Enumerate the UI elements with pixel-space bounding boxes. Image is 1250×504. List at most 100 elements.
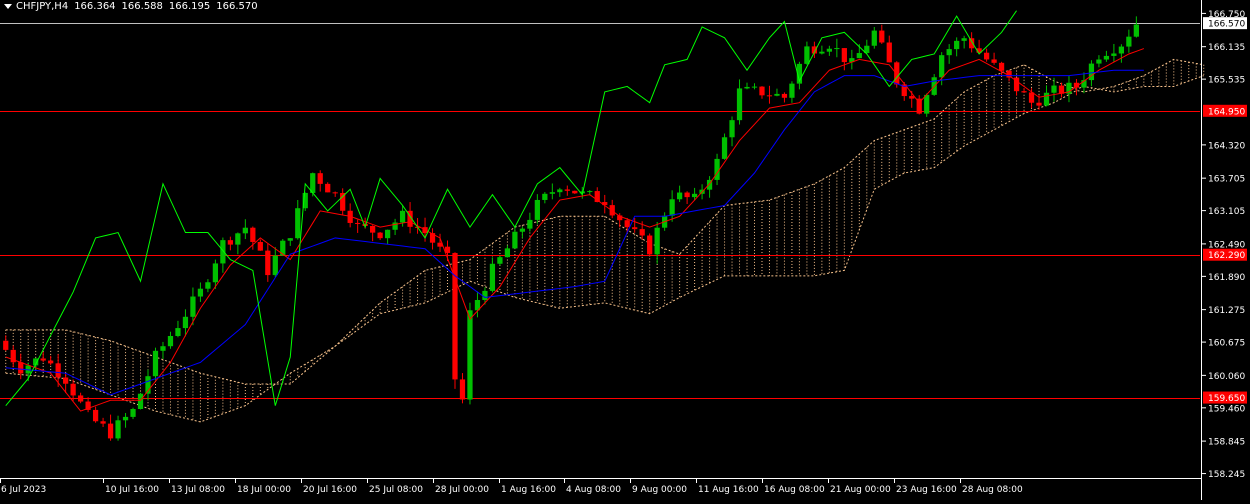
chart-root: CHFJPY,H4 166.364 166.588 166.195 166.57…: [0, 0, 1250, 500]
candle-body: [77, 395, 84, 402]
price-tick-label: 160.675: [1208, 339, 1245, 349]
candle-body: [1111, 53, 1117, 56]
candle-body: [1036, 102, 1042, 106]
price-chart[interactable]: 166.750166.570166.135165.535164.950164.3…: [0, 0, 1250, 500]
candle-body: [295, 208, 301, 239]
candle-body: [557, 189, 563, 193]
time-tick-label: 28 Jul 00:00: [435, 485, 489, 495]
candle-body: [317, 173, 323, 184]
chart-header: CHFJPY,H4 166.364 166.588 166.195 166.57…: [4, 1, 258, 12]
candle-body: [691, 193, 698, 198]
price-tick-label: 163.705: [1208, 175, 1245, 185]
time-tick-label: 1 Aug 16:00: [501, 485, 556, 495]
candle-body: [265, 250, 271, 276]
candle-body: [804, 46, 810, 64]
candle-body: [48, 360, 54, 364]
candle-body: [983, 52, 990, 60]
candle-body: [527, 219, 533, 229]
candle-body: [684, 192, 690, 198]
candle-body: [1021, 91, 1027, 93]
candle-body: [3, 340, 9, 350]
kijun-sen-line: [5, 69, 1144, 396]
symbol-dropdown-icon[interactable]: [4, 4, 12, 9]
candle-body: [542, 193, 548, 200]
candle-body: [70, 383, 76, 396]
candle-body: [721, 137, 728, 159]
candle-body: [1096, 59, 1102, 64]
candle-body: [160, 346, 166, 351]
candle-body: [946, 49, 952, 56]
candle-body: [370, 225, 376, 233]
candle-body: [676, 192, 683, 200]
price-tick-label: 165.535: [1208, 76, 1245, 86]
price-tick-label: 166.570: [1208, 20, 1245, 30]
candle-body: [489, 263, 496, 291]
time-tick-label: 23 Aug 16:00: [896, 485, 957, 495]
candle-body: [1118, 46, 1125, 54]
candle-body: [549, 192, 555, 194]
time-tick-label: 18 Jul 00:00: [237, 485, 291, 495]
price-tick-label: 161.890: [1208, 273, 1245, 283]
candle-body: [1126, 36, 1132, 47]
candle-body: [205, 282, 211, 289]
price-tick-label: 162.290: [1208, 251, 1245, 261]
candle-body: [1133, 24, 1139, 37]
candle-body: [1088, 63, 1095, 81]
price-tick-label: 160.060: [1208, 372, 1245, 382]
candle-body: [879, 30, 885, 43]
candle-body: [774, 93, 780, 96]
candle-body: [272, 255, 278, 276]
candle-body: [961, 38, 967, 41]
candle-body: [841, 48, 847, 63]
candle-body: [998, 62, 1005, 71]
candle-body: [167, 335, 174, 347]
ohlc-close: 166.570: [216, 1, 258, 12]
chikou-span-line: [5, 10, 1017, 406]
candle-body: [100, 421, 106, 424]
price-tick-label: 164.950: [1208, 107, 1245, 117]
candle-body: [939, 55, 945, 78]
candle-body: [190, 296, 196, 317]
time-tick-label: 28 Aug 08:00: [962, 485, 1023, 495]
candle-body: [63, 377, 69, 384]
candle-body: [92, 409, 99, 422]
price-tick-label: 158.845: [1208, 438, 1245, 448]
price-tick-label: 161.275: [1208, 306, 1245, 316]
candle-body: [766, 95, 773, 97]
candle-body: [759, 86, 765, 96]
candle-body: [287, 238, 293, 241]
price-tick-label: 159.460: [1208, 404, 1245, 414]
candle-body: [632, 227, 638, 230]
time-tick-label: 11 Aug 16:00: [698, 485, 759, 495]
tenkan-sen-line: [5, 48, 1145, 412]
candle-body: [459, 379, 466, 400]
price-tick-label: 163.105: [1208, 207, 1245, 217]
candle-body: [355, 222, 361, 224]
candle-body: [325, 183, 331, 193]
candle-body: [1043, 92, 1050, 106]
candle-body: [130, 409, 136, 417]
candle-body: [624, 220, 630, 228]
candle-body: [534, 199, 540, 220]
candle-body: [991, 59, 997, 63]
ohlc-open: 166.364: [74, 1, 116, 12]
candle-body: [819, 51, 825, 54]
candle-body: [197, 288, 204, 297]
candle-body: [781, 93, 788, 98]
candle-body: [504, 248, 511, 258]
candle-body: [452, 252, 458, 380]
candle-body: [384, 229, 391, 239]
candle-body: [257, 241, 263, 251]
candle-body: [55, 363, 61, 378]
price-tick-label: 159.650: [1208, 394, 1245, 404]
candle-body: [212, 263, 219, 283]
candle-body: [242, 227, 248, 234]
symbol-label: CHFJPY,H4: [16, 1, 69, 12]
candle-body: [40, 358, 46, 361]
candle-body: [894, 62, 900, 85]
candle-body: [1103, 55, 1110, 60]
candle-body: [115, 420, 121, 439]
time-tick-label: 21 Aug 00:00: [830, 485, 891, 495]
candle-body: [152, 350, 159, 377]
time-tick-label: 9 Aug 00:00: [632, 485, 687, 495]
